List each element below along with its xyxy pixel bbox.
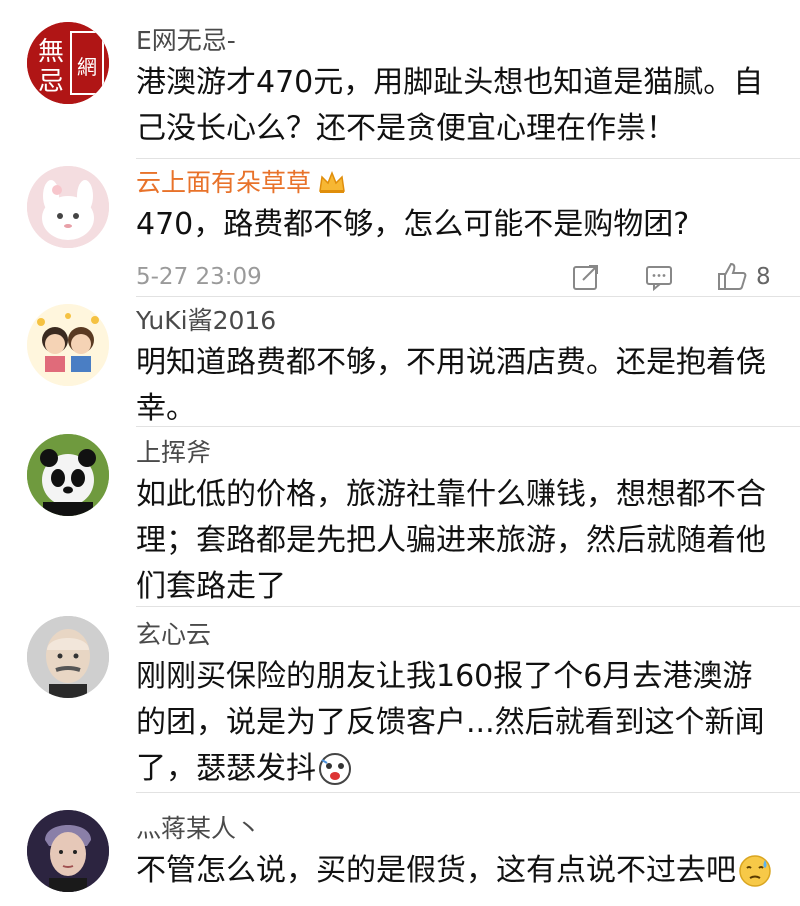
sweat-emoji-icon (738, 854, 772, 902)
comment-text: 明知道路费都不够，不用说酒店费。还是抱着侥幸。 (136, 345, 766, 426)
svg-text:忌: 忌 (38, 67, 64, 97)
avatar[interactable] (27, 304, 109, 386)
username[interactable]: 灬蒋某人丶 (136, 814, 261, 844)
repost-icon[interactable] (571, 262, 601, 296)
comment-item: YuKi酱2016 明知道路费都不够，不用说酒店费。还是抱着侥幸。 (0, 298, 800, 428)
username[interactable]: YuKi酱2016 (136, 306, 276, 336)
bunny-avatar-icon (27, 166, 109, 248)
username[interactable]: 上挥斧 (136, 438, 211, 468)
username[interactable]: 玄心云 (136, 620, 211, 650)
like-count: 8 (756, 264, 771, 290)
avatar[interactable] (27, 166, 109, 248)
young-man-avatar-icon (27, 810, 109, 892)
bald-man-avatar-icon (27, 616, 109, 698)
username-text: 云上面有朵草草 (136, 168, 312, 197)
avatar[interactable] (27, 616, 109, 698)
divider (136, 426, 800, 427)
crown-icon (317, 169, 347, 202)
username[interactable]: E网无忌- (136, 26, 236, 56)
thumbs-up-icon[interactable] (716, 260, 748, 296)
comment-text: 470，路费都不够，怎么可能不是购物团? (136, 207, 690, 242)
e-wang-logo-icon: 無 忌 網 (27, 22, 109, 104)
comment-text: 如此低的价格，旅游社靠什么赚钱，想想都不合理；套路都是先把人骗进来旅游，然后就随… (136, 477, 766, 604)
comment-item: 玄心云 刚刚买保险的朋友让我160报了个6月去港澳游的团，说是为了反馈客户...… (0, 608, 800, 788)
couple-cartoon-avatar-icon (27, 304, 109, 386)
avatar[interactable]: 無 忌 網 (27, 22, 109, 104)
comment-text: 刚刚买保险的朋友让我160报了个6月去港澳游的团，说是为了反馈客户...然后就看… (136, 654, 776, 800)
divider (136, 606, 800, 607)
comment-text-content: 刚刚买保险的朋友让我160报了个6月去港澳游的团，说是为了反馈客户...然后就看… (136, 659, 765, 786)
timestamp: 5-27 23:09 (136, 264, 262, 290)
comment-item: 無 忌 網 E网无忌- 港澳游才470元，用脚趾头想也知道是猫腻。自己没长心么？… (0, 0, 800, 160)
comment-text: 港澳游才470元，用脚趾头想也知道是猫腻。自己没长心么？还不是贪便宜心理在作祟！ (136, 65, 764, 146)
panda-avatar-icon (27, 434, 109, 516)
comment-item: 云上面有朵草草 470，路费都不够，怎么可能不是购物团? 5-27 23:09 … (0, 160, 800, 300)
username[interactable]: 云上面有朵草草 (136, 168, 347, 202)
divider (136, 158, 800, 159)
divider (136, 792, 800, 793)
comment-text-content: 不管怎么说，买的是假货，这有点说不过去吧 (136, 853, 736, 888)
svg-text:無: 無 (38, 37, 64, 67)
avatar[interactable] (27, 434, 109, 516)
comment-item: 上挥斧 如此低的价格，旅游社靠什么赚钱，想想都不合理；套路都是先把人骗进来旅游，… (0, 428, 800, 608)
avatar[interactable] (27, 810, 109, 892)
comment-icon[interactable] (644, 262, 674, 296)
comment-item: 灬蒋某人丶 不管怎么说，买的是假货，这有点说不过去吧 (0, 794, 800, 906)
divider (136, 296, 800, 297)
svg-text:網: 網 (77, 55, 97, 79)
comment-text: 不管怎么说，买的是假货，这有点说不过去吧 (136, 848, 776, 902)
